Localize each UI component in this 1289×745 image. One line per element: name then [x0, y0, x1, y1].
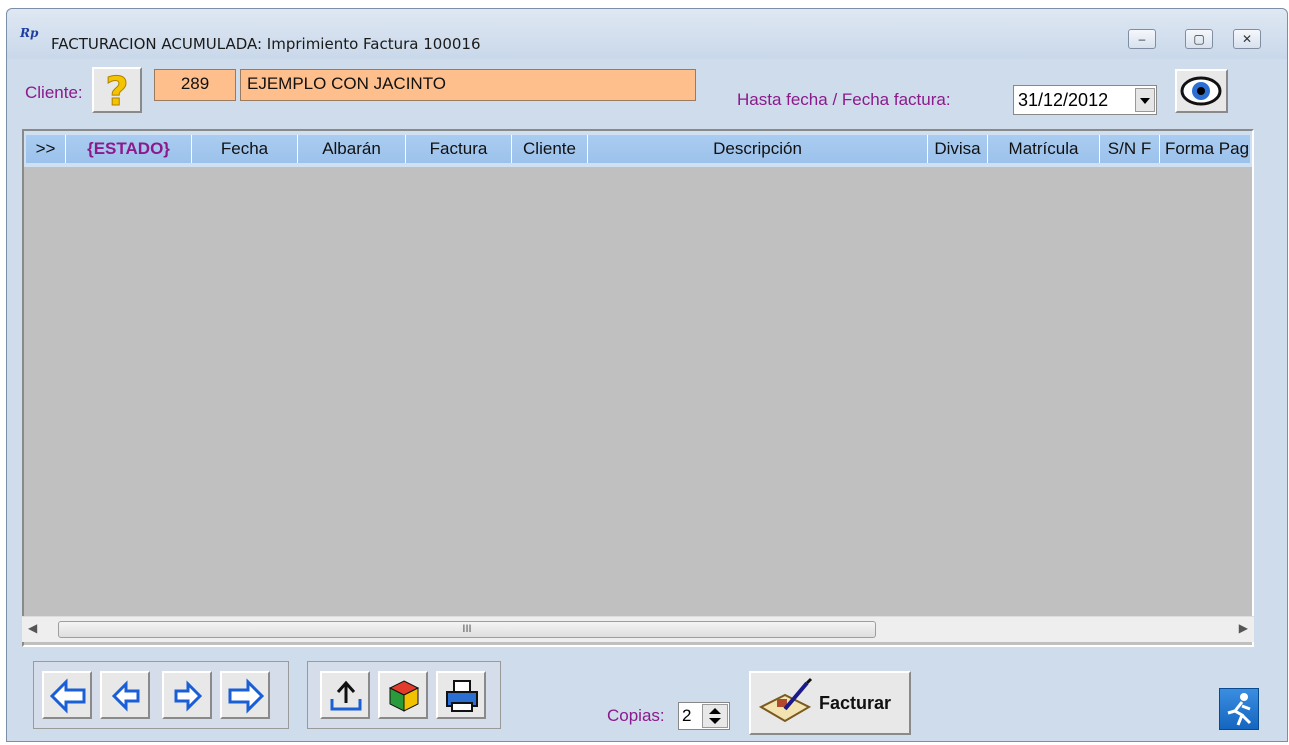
spin-arrows-icon: [709, 708, 721, 724]
tools-button-group: [307, 661, 501, 729]
grid-header: >> {ESTADO} Fecha Albarán Factura Client…: [24, 131, 1252, 167]
next-record-button[interactable]: [162, 671, 212, 719]
facturar-button[interactable]: Facturar: [749, 671, 911, 735]
fecha-dropdown[interactable]: 31/12/2012: [1013, 85, 1157, 115]
facturar-label: Facturar: [819, 693, 892, 713]
title-bar: Rp FACTURACION ACUMULADA: Imprimiento Fa…: [7, 9, 1287, 59]
copias-stepper[interactable]: 2: [678, 702, 730, 730]
col-matricula[interactable]: Matrícula: [988, 135, 1100, 163]
first-record-button[interactable]: [42, 671, 92, 719]
chevron-down-icon[interactable]: [1135, 88, 1155, 112]
cliente-label: Cliente:: [25, 83, 83, 102]
question-icon: ?: [105, 69, 129, 116]
nav-button-group: [33, 661, 289, 729]
minimize-button[interactable]: –: [1128, 29, 1156, 49]
print-button[interactable]: [436, 671, 486, 719]
export-button[interactable]: [320, 671, 370, 719]
close-button[interactable]: ✕: [1233, 29, 1261, 49]
col-sn[interactable]: S/N F: [1100, 135, 1160, 163]
scroll-thumb[interactable]: III: [58, 621, 876, 638]
invoice-grid[interactable]: >> {ESTADO} Fecha Albarán Factura Client…: [22, 129, 1254, 647]
col-factura[interactable]: Factura: [406, 135, 512, 163]
arrow-right-icon: [174, 680, 203, 712]
horizontal-scrollbar[interactable]: ◀ III ▶: [22, 616, 1254, 642]
view-button[interactable]: [1175, 69, 1228, 113]
fecha-value: 31/12/2012: [1018, 90, 1109, 110]
app-logo-icon: Rp: [20, 26, 39, 40]
scroll-left-icon[interactable]: ◀: [28, 621, 37, 635]
col-forma-pago[interactable]: Forma Pag: [1160, 135, 1254, 163]
arrow-last-icon: [228, 678, 265, 714]
col-albaran[interactable]: Albarán: [298, 135, 406, 163]
last-record-button[interactable]: [220, 671, 270, 719]
copias-value: 2: [682, 706, 692, 725]
eye-icon: [1180, 76, 1222, 106]
scroll-right-icon[interactable]: ▶: [1239, 621, 1248, 635]
rubik-cube-icon: [388, 680, 420, 712]
col-estado[interactable]: {ESTADO}: [66, 135, 192, 163]
search-client-button[interactable]: ?: [92, 67, 142, 116]
col-cliente[interactable]: Cliente: [512, 135, 588, 163]
exit-button[interactable]: [1219, 688, 1259, 730]
cube-button[interactable]: [378, 671, 428, 719]
arrow-first-icon: [49, 678, 86, 714]
upload-icon: [330, 680, 362, 711]
spin-buttons[interactable]: [702, 704, 728, 728]
col-fecha[interactable]: Fecha: [192, 135, 298, 163]
maximize-button[interactable]: ▢: [1185, 29, 1213, 49]
client-name-field[interactable]: EJEMPLO CON JACINTO: [240, 69, 696, 101]
invoice-sign-icon: [758, 677, 813, 723]
svg-text:?: ?: [105, 69, 128, 111]
copias-label: Copias:: [607, 706, 665, 725]
window-title: FACTURACION ACUMULADA: Imprimiento Factu…: [51, 35, 481, 53]
running-man-icon: [1227, 693, 1252, 726]
arrow-left-icon: [111, 680, 140, 712]
client-code-field[interactable]: 289: [154, 69, 236, 101]
printer-icon: [446, 680, 478, 712]
col-descripcion[interactable]: Descripción: [588, 135, 928, 163]
col-expand[interactable]: >>: [26, 135, 66, 163]
prev-record-button[interactable]: [100, 671, 150, 719]
col-divisa[interactable]: Divisa: [928, 135, 988, 163]
fecha-label: Hasta fecha / Fecha factura:: [737, 90, 951, 109]
